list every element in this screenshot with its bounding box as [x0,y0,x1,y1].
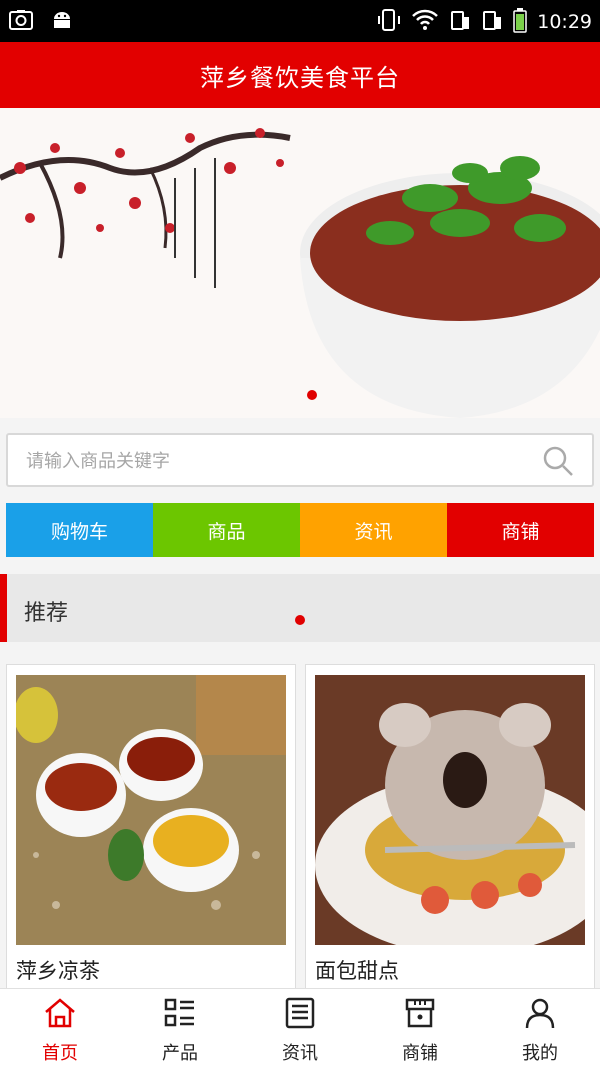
page-title: 萍乡餐饮美食平台 [200,63,400,92]
section-title: 推荐 [24,601,69,626]
product-image [315,675,585,945]
carousel-indicator-secondary [295,615,305,625]
search-bar[interactable] [6,433,594,487]
product-grid: 萍乡凉茶 面包甜点 [0,664,600,994]
battery-icon [513,7,527,37]
vibrate-icon [377,7,401,37]
tab-products[interactable]: 产品 [120,989,240,1067]
quick-nav-news[interactable]: 资讯 [300,503,447,557]
banner-carousel[interactable] [0,108,600,418]
tab-profile[interactable]: 我的 [480,989,600,1067]
signal-2-icon [481,7,503,37]
search-icon[interactable] [542,445,574,481]
search-input[interactable] [26,448,506,474]
user-icon [523,997,557,1033]
product-card[interactable]: 面包甜点 [305,664,595,994]
app-header: 萍乡餐饮美食平台 [0,42,600,108]
home-icon [43,997,77,1033]
list-icon [163,997,197,1033]
store-icon [403,997,437,1033]
tab-label: 产品 [162,1043,198,1064]
product-name: 萍乡凉茶 [16,959,100,983]
banner-image [0,108,600,418]
tab-home[interactable]: 首页 [0,989,120,1067]
section-accent-bar [0,574,7,642]
bottom-tab-bar: 首页 产品 资讯 商铺 我的 [0,988,600,1067]
tab-label: 资讯 [282,1043,318,1064]
quick-nav-shops[interactable]: 商铺 [447,503,594,557]
product-name: 面包甜点 [315,959,399,983]
tab-label: 首页 [42,1043,78,1064]
wifi-icon [411,8,439,36]
screenshot-icon [8,8,34,36]
recommend-section-header: 推荐 [0,574,600,642]
news-icon [283,997,317,1033]
clock-time: 10:29 [537,11,592,33]
tab-news[interactable]: 资讯 [240,989,360,1067]
product-image [16,675,286,945]
quick-nav: 购物车 商品 资讯 商铺 [6,503,594,557]
quick-nav-products[interactable]: 商品 [153,503,300,557]
quick-nav-cart[interactable]: 购物车 [6,503,153,557]
product-card[interactable]: 萍乡凉茶 [6,664,296,994]
tab-label: 我的 [522,1043,558,1064]
tab-label: 商铺 [402,1043,438,1064]
signal-1-icon [449,7,471,37]
carousel-indicator[interactable] [307,390,317,400]
android-icon [50,8,74,36]
status-bar: 10:29 [0,0,600,42]
tab-shops[interactable]: 商铺 [360,989,480,1067]
